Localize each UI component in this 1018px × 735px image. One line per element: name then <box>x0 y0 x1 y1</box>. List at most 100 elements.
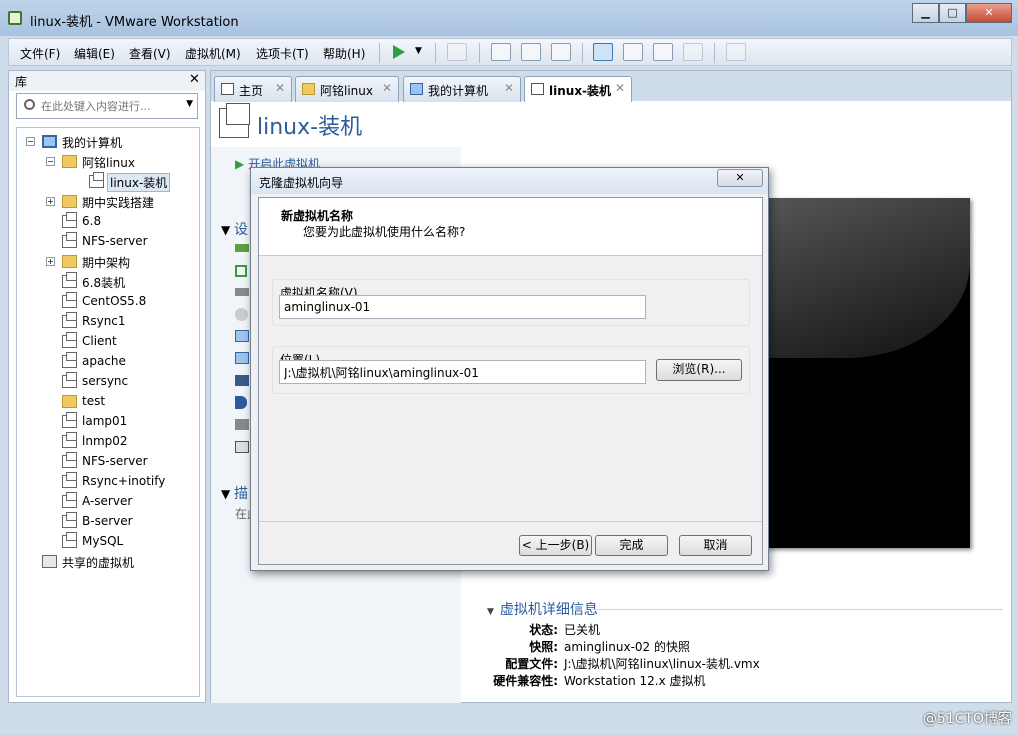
display-icon[interactable] <box>235 441 249 453</box>
minimize-button[interactable]: ▁ <box>912 3 939 23</box>
usb-icon[interactable] <box>235 375 249 386</box>
snapshot-manager-icon[interactable] <box>551 43 571 61</box>
show-library-icon[interactable] <box>593 43 613 61</box>
detail-key: 硬件兼容性: <box>493 674 558 688</box>
devices-heading: 设 <box>234 222 249 238</box>
vmware-app-icon <box>8 11 22 25</box>
tab-aming-linux[interactable]: 阿铭linux ✕ <box>295 76 399 102</box>
expand-icon[interactable]: + <box>46 257 55 266</box>
tab-close-icon[interactable]: ✕ <box>275 81 285 95</box>
tree-node-label: 共享的虚拟机 <box>62 556 135 570</box>
send-ctrl-alt-del-icon[interactable] <box>447 43 467 61</box>
vm-icon <box>62 272 77 288</box>
menu-vm[interactable]: 虚拟机(M) <box>185 45 241 62</box>
vm-icon <box>62 532 77 548</box>
library-search-input[interactable] <box>41 97 177 115</box>
menu-tabs[interactable]: 选项卡(T) <box>256 45 309 62</box>
tree-node-label: sersync <box>82 374 129 388</box>
tab-my-computer[interactable]: 我的计算机 ✕ <box>403 76 521 102</box>
library-close-icon[interactable]: ✕ <box>189 72 200 87</box>
window-title: linux-装机 - VMware Workstation <box>30 15 239 30</box>
vm-icon <box>62 452 77 468</box>
fullscreen-icon[interactable] <box>653 43 673 61</box>
detail-value: Workstation 12.x 虚拟机 <box>564 674 706 688</box>
menu-edit[interactable]: 编辑(E) <box>74 45 115 62</box>
finish-button[interactable]: 完成 <box>595 535 668 556</box>
tab-bar: 主页 ✕ 阿铭linux ✕ 我的计算机 ✕ linux-装机 ✕ <box>211 71 1011 103</box>
tree-node-label: 6.8装机 <box>82 276 126 290</box>
location-input[interactable] <box>279 360 646 384</box>
dialog-body: 新虚拟机名称 您要为此虚拟机使用什么名称? 虚拟机名称(V) 位置(L) 浏览(… <box>258 197 763 565</box>
vm-preview-screen[interactable] <box>766 198 970 548</box>
tree-node-label: test <box>82 394 106 408</box>
library-title: 库 <box>15 75 28 89</box>
close-window-button[interactable]: ✕ <box>966 3 1012 23</box>
menu-view[interactable]: 查看(V) <box>129 45 171 62</box>
vm-icon <box>531 83 544 95</box>
library-tree: − 我的计算机 − 阿铭linux linux-装机 + 期中实践搭建 6.8 NFS… <box>16 127 200 697</box>
sound-icon[interactable] <box>235 396 247 409</box>
tree-node-label: linux-装机 <box>107 173 171 192</box>
folder-icon <box>302 83 315 95</box>
menu-file[interactable]: 文件(F) <box>20 45 60 62</box>
tab-label: linux-装机 <box>549 84 612 98</box>
vm-icon <box>62 312 77 328</box>
collapse-icon[interactable]: − <box>46 157 55 166</box>
menu-help[interactable]: 帮助(H) <box>323 45 365 62</box>
processor-icon[interactable] <box>235 265 247 277</box>
home-icon <box>221 83 234 95</box>
detail-key: 快照: <box>529 640 558 654</box>
memory-icon[interactable] <box>235 244 249 252</box>
dialog-heading: 新虚拟机名称 <box>281 209 354 223</box>
tab-linux-install[interactable]: linux-装机 ✕ <box>524 76 632 103</box>
maximize-button[interactable]: □ <box>939 3 966 23</box>
back-button[interactable]: < 上一步(B) <box>519 535 592 556</box>
console-view-icon[interactable] <box>726 43 746 61</box>
tree-node-label: 6.8 <box>82 214 102 228</box>
cancel-button[interactable]: 取消 <box>679 535 752 556</box>
tree-node-label: CentOS5.8 <box>82 294 147 308</box>
tab-label: 我的计算机 <box>428 84 489 98</box>
harddisk-icon[interactable] <box>235 288 249 296</box>
dialog-subheading: 您要为此虚拟机使用什么名称? <box>303 225 466 239</box>
power-on-icon[interactable] <box>389 43 409 61</box>
power-dropdown-icon[interactable]: ▼ <box>415 46 422 56</box>
tree-node-label: 我的计算机 <box>62 136 123 150</box>
tab-close-icon[interactable]: ✕ <box>615 81 625 95</box>
vm-details: 虚拟机详细信息 状态: 已关机 快照: aminglinux-02 的快照 配置文件… <box>471 596 1011 701</box>
unity-icon[interactable] <box>683 43 703 61</box>
printer-icon[interactable] <box>235 419 249 430</box>
snapshot-revert-icon[interactable] <box>521 43 541 61</box>
devices-section[interactable]: ▼ 设 <box>221 219 248 239</box>
browse-button[interactable]: 浏览(R)... <box>656 359 742 381</box>
vm-icon <box>62 492 77 508</box>
tab-close-icon[interactable]: ✕ <box>504 81 514 95</box>
network-adapter-icon[interactable] <box>235 330 249 342</box>
tree-node-label: lamp01 <box>82 414 128 428</box>
expand-icon[interactable]: + <box>46 197 55 206</box>
detail-value: aminglinux-02 的快照 <box>564 640 690 654</box>
library-panel: 库 ✕ ▼ −我的计算机 −阿铭linux linux-装机 +期中实践搭建 6… <box>8 70 206 703</box>
cd-dvd-icon[interactable] <box>235 308 248 321</box>
tab-home[interactable]: 主页 ✕ <box>214 76 292 102</box>
vm-icon <box>62 372 77 388</box>
tab-close-icon[interactable]: ✕ <box>382 81 392 95</box>
vm-icon <box>62 472 77 488</box>
vm-icon <box>62 352 77 368</box>
vm-icon <box>62 232 77 248</box>
tab-label: 主页 <box>239 84 264 98</box>
dialog-close-button[interactable]: ✕ <box>717 169 763 187</box>
watermark: @51CTO博客 <box>922 711 1012 727</box>
search-dropdown-icon[interactable]: ▼ <box>186 99 193 109</box>
vm-name-input[interactable] <box>279 295 646 319</box>
computer-icon <box>410 83 423 95</box>
status-bar: @51CTO博客 <box>0 705 1018 735</box>
thumbnail-bar-icon[interactable] <box>623 43 643 61</box>
description-section[interactable]: ▼ 描 <box>221 483 248 503</box>
network-adapter2-icon[interactable] <box>235 352 249 364</box>
tree-node-label: Client <box>82 334 117 348</box>
details-heading[interactable]: 虚拟机详细信息 <box>487 599 598 619</box>
library-search[interactable]: ▼ <box>16 93 198 119</box>
collapse-icon[interactable]: − <box>26 137 35 146</box>
snapshot-take-icon[interactable] <box>491 43 511 61</box>
